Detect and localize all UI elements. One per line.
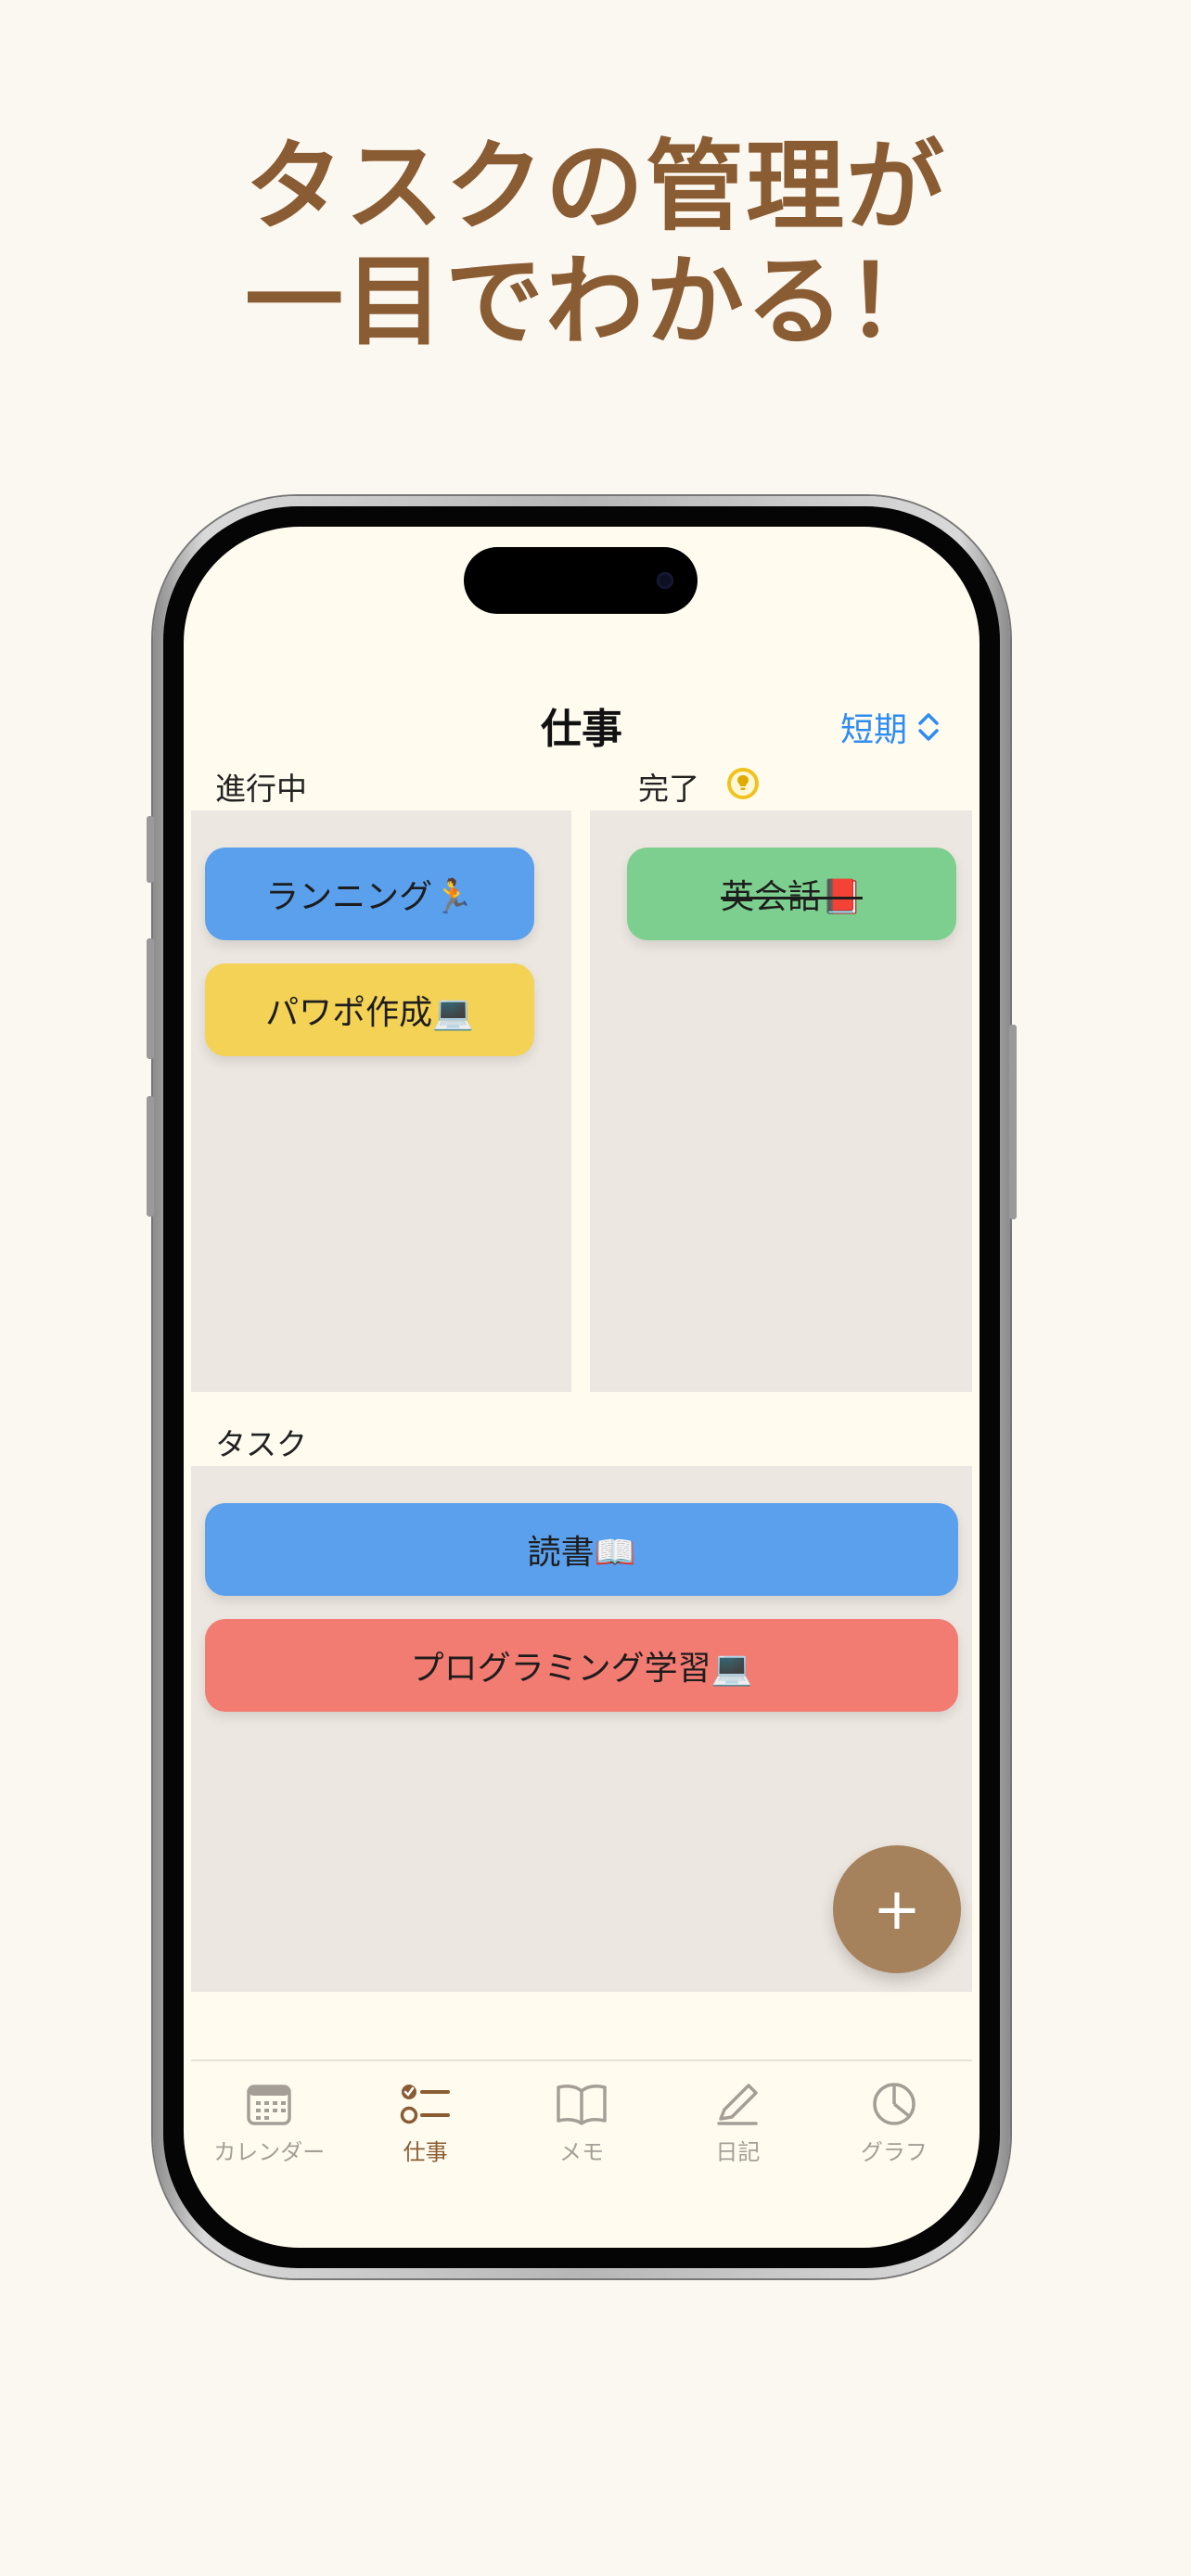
tab-work[interactable]: 仕事 (347, 2061, 503, 2182)
tasks-label: タスク (215, 1426, 307, 1462)
term-picker-value: 短期 (839, 711, 907, 749)
tab-calendar-label: カレンダー (213, 2139, 326, 2165)
task-card-english[interactable]: 英会話📕 (627, 848, 956, 940)
pie-chart-icon (873, 2083, 916, 2125)
tab-memo[interactable]: メモ (504, 2061, 660, 2182)
phone-volume-up-button (147, 938, 154, 1059)
tab-graph[interactable]: グラフ (816, 2061, 972, 2182)
pencil-icon (717, 2084, 759, 2125)
dynamic-island (464, 547, 698, 614)
phone-power-button (1009, 1025, 1017, 1219)
tab-diary-label: 日記 (715, 2139, 761, 2165)
term-picker[interactable]: 短期 (840, 703, 941, 751)
headline-line-1: タスクの管理が (245, 130, 946, 244)
task-card-label: 英会話📕 (721, 878, 863, 916)
task-card-running[interactable]: ランニング🏃 (205, 848, 534, 940)
app-screen: 仕事 短期 進行中 ランニング🏃 パワポ作成💻 完了 英会話📕 タスク 読書📖 (184, 527, 980, 2248)
phone-volume-down-button (147, 1096, 154, 1217)
tab-diary[interactable]: 日記 (660, 2061, 815, 2182)
done-panel[interactable]: 英会話📕 (590, 810, 972, 1392)
task-card-programming[interactable]: プログラミング学習💻 (205, 1619, 958, 1712)
chevron-up-down-icon (918, 713, 939, 741)
task-card-label: ランニング🏃 (265, 878, 474, 916)
promo-headline: タスクの管理が 一目でわかる！ (0, 130, 1191, 360)
phone-action-button (147, 816, 154, 883)
tab-graph-label: グラフ (860, 2139, 928, 2165)
checklist-icon (400, 2085, 450, 2124)
tab-bar: カレンダー 仕事 メモ 日記 グラフ (191, 2060, 972, 2182)
task-card-label: プログラミング学習💻 (410, 1650, 753, 1688)
headline-line-2: 一目でわかる！ (245, 245, 946, 359)
done-label: 完了 (638, 771, 699, 807)
tab-calendar[interactable]: カレンダー (191, 2061, 347, 2182)
in-progress-label: 進行中 (215, 771, 307, 807)
lightbulb-icon[interactable] (727, 768, 759, 799)
tab-work-label: 仕事 (403, 2139, 448, 2165)
add-task-button[interactable]: + (833, 1845, 961, 1973)
plus-icon: + (873, 1875, 921, 1943)
task-card-powerpoint[interactable]: パワポ作成💻 (205, 963, 534, 1056)
task-card-reading[interactable]: 読書📖 (205, 1503, 958, 1596)
lightbulb-glyph-icon (737, 775, 749, 790)
task-card-label: パワポ作成💻 (265, 994, 474, 1032)
camera-lens (657, 572, 673, 589)
book-icon (557, 2085, 607, 2125)
status-indicator (868, 645, 924, 651)
task-card-label: 読書📖 (527, 1534, 636, 1572)
tab-memo-label: メモ (559, 2139, 605, 2165)
calendar-icon (247, 2085, 291, 2125)
in-progress-panel[interactable]: ランニング🏃 パワポ作成💻 (191, 810, 571, 1392)
